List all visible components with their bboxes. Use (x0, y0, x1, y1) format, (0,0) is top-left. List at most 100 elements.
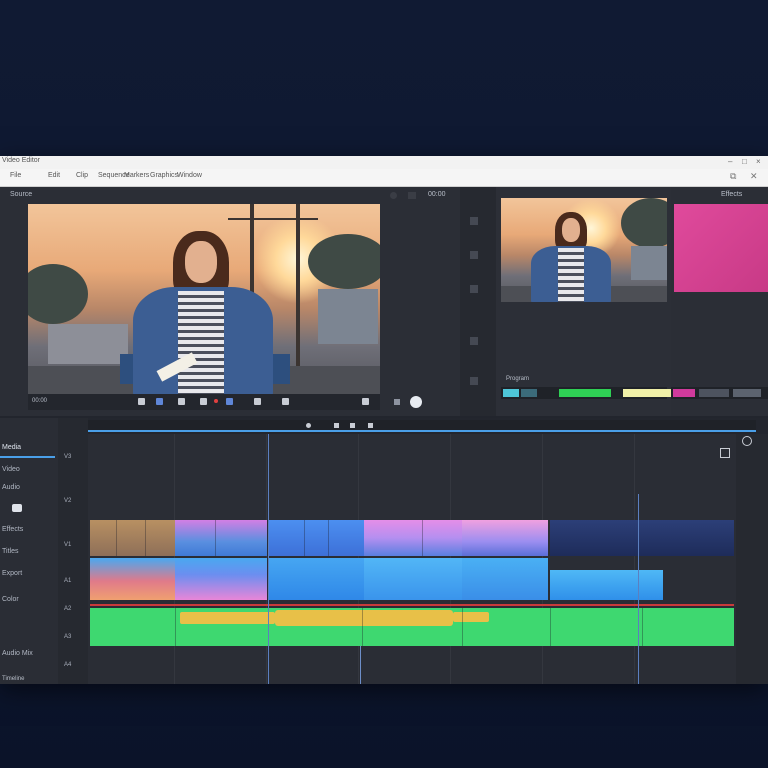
audio-waveform-highlight (180, 612, 275, 624)
sidebar-item-export[interactable]: Export (2, 570, 22, 577)
razor-icon[interactable] (368, 423, 373, 428)
tree (308, 234, 380, 289)
video-clip-dark[interactable] (550, 520, 734, 556)
utility-pole (296, 204, 300, 384)
segment-divider (422, 520, 423, 556)
effects-panel-title: Effects (721, 191, 743, 198)
step-forward-icon[interactable] (282, 398, 289, 405)
settings-icon[interactable] (720, 448, 730, 458)
video-clip[interactable] (268, 558, 364, 600)
menu-file[interactable]: File (10, 172, 21, 179)
mark-in-icon[interactable] (156, 398, 163, 405)
effect-thumb-3[interactable] (733, 389, 761, 397)
tool-icon-4[interactable] (470, 337, 478, 345)
track-label-v3: V3 (64, 454, 72, 460)
video-clip[interactable] (175, 558, 267, 600)
house (48, 324, 128, 364)
tool-icon-5[interactable] (470, 377, 478, 385)
close-panel-icon[interactable]: ✕ (750, 171, 758, 182)
woman-figure (531, 212, 611, 302)
marker-icon[interactable] (306, 423, 311, 428)
play-icon[interactable] (200, 398, 207, 405)
face (185, 241, 217, 283)
effect-thumb-1[interactable] (673, 389, 695, 397)
segment-divider (304, 520, 305, 556)
thumb-1[interactable] (503, 389, 519, 397)
menu-clip[interactable]: Clip (76, 172, 88, 179)
snap-icon[interactable] (334, 423, 339, 428)
tree (621, 198, 667, 248)
thumb-2[interactable] (521, 389, 537, 397)
track-label-a4: A4 (64, 662, 72, 668)
video-clip[interactable] (462, 520, 548, 556)
segment-divider (642, 608, 643, 646)
link-icon[interactable] (350, 423, 355, 428)
minimize-icon[interactable]: – (728, 157, 732, 166)
loop-icon[interactable] (394, 399, 400, 405)
woman-figure (133, 229, 273, 394)
next-frame-icon[interactable] (254, 398, 261, 405)
work-area-bar[interactable] (88, 430, 756, 432)
active-tab-indicator (0, 456, 55, 458)
source-video-frame[interactable] (28, 204, 380, 394)
timeline-ruler[interactable] (88, 420, 756, 432)
record-dot-icon[interactable] (214, 399, 218, 403)
menu-markers[interactable]: Markers (124, 172, 149, 179)
restore-icon[interactable]: ⧉ (730, 171, 736, 182)
source-monitor-panel: Source 00:00 00:00 (0, 187, 460, 416)
marker-line[interactable] (638, 494, 639, 684)
current-time: 00:00 (32, 398, 48, 404)
effect-thumb-2[interactable] (699, 389, 729, 397)
audio-waveform-highlight (275, 610, 453, 626)
thumb-3[interactable] (559, 389, 611, 397)
segment-divider (215, 520, 216, 556)
step-back-icon[interactable] (138, 398, 145, 405)
sidebar-item-audio[interactable]: Audio (2, 484, 20, 491)
video-clip[interactable] (462, 558, 548, 600)
audio-waveform-highlight (453, 612, 489, 622)
sidebar-item-video[interactable]: Video (2, 466, 20, 473)
timeline-right-column (736, 434, 768, 684)
track-label-a3: A3 (64, 634, 72, 640)
video-clip[interactable] (550, 570, 663, 600)
grid-line (634, 434, 635, 684)
zoom-icon[interactable] (742, 436, 752, 446)
program-monitor-panel: Program (496, 187, 671, 416)
sidebar-item-color[interactable]: Color (2, 596, 19, 603)
tool-icon-2[interactable] (470, 251, 478, 259)
menu-graphics[interactable]: Graphics (150, 172, 178, 179)
camera-icon[interactable] (12, 504, 22, 512)
sidebar-item-media[interactable]: Media (2, 444, 21, 451)
sidebar-item-titles[interactable]: Titles (2, 548, 18, 555)
record-icon[interactable] (390, 192, 397, 199)
video-clip[interactable] (364, 520, 462, 556)
sidebar-item-audio-mix[interactable]: Audio Mix (2, 650, 33, 657)
close-icon[interactable]: × (756, 157, 761, 166)
face (562, 218, 580, 242)
playhead-line[interactable] (268, 434, 269, 684)
jog-knob[interactable] (410, 396, 422, 408)
tool-strip (460, 187, 496, 416)
video-clip[interactable] (175, 520, 267, 556)
marker-line[interactable] (360, 646, 361, 684)
menu-edit[interactable]: Edit (48, 172, 60, 179)
program-video-frame[interactable] (501, 198, 667, 302)
mark-out-icon[interactable] (226, 398, 233, 405)
transport-bar: 00:00 (28, 394, 380, 410)
menu-window[interactable]: Window (177, 172, 202, 179)
video-clip[interactable] (364, 558, 462, 600)
tool-icon-1[interactable] (470, 217, 478, 225)
maximize-icon[interactable]: □ (742, 157, 747, 166)
video-clip[interactable] (268, 520, 364, 556)
thumb-4[interactable] (623, 389, 671, 397)
video-clip[interactable] (90, 520, 175, 556)
color-swatch[interactable] (674, 204, 768, 292)
video-clip[interactable] (90, 558, 175, 600)
editor-window: Video Editor – □ × File Edit Clip Sequen… (0, 156, 768, 684)
tool-icon-3[interactable] (470, 285, 478, 293)
prev-frame-icon[interactable] (178, 398, 185, 405)
sidebar-item-effects[interactable]: Effects (2, 526, 23, 533)
export-frame-icon[interactable] (362, 398, 369, 405)
track-label-v1: V1 (64, 542, 72, 548)
camera-icon[interactable] (408, 192, 416, 199)
